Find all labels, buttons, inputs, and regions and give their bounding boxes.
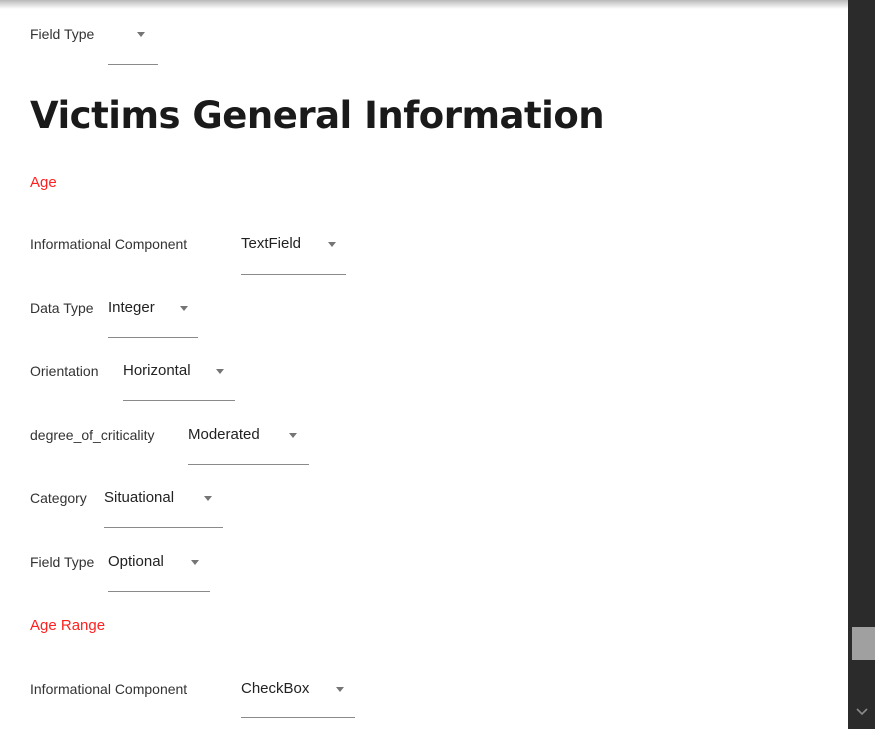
select-underline (188, 464, 309, 465)
select-underline (104, 527, 223, 528)
chevron-down-icon (204, 496, 212, 501)
chevron-down-icon (180, 306, 188, 311)
chevron-down-icon (137, 32, 145, 37)
degree-of-criticality-select[interactable]: Moderated (188, 426, 309, 468)
select-underline (108, 337, 198, 338)
informational-component-value: TextField (241, 235, 302, 252)
orientation-select[interactable]: Horizontal (123, 362, 235, 404)
chevron-down-icon[interactable] (853, 705, 871, 719)
select-underline (108, 591, 210, 592)
top-shadow (0, 0, 848, 9)
field-type-select[interactable] (108, 26, 158, 66)
property-label: Informational Component (30, 236, 188, 252)
scrollbar-thumb[interactable] (852, 627, 875, 660)
informational-component-value: CheckBox (241, 680, 310, 697)
section-title: Victims General Information (30, 94, 605, 137)
chevron-down-icon (191, 560, 199, 565)
chevron-down-icon (328, 242, 336, 247)
property-label: degree_of_criticality (30, 427, 155, 443)
select-underline (108, 64, 158, 65)
chevron-down-icon (336, 687, 344, 692)
orientation-value: Horizontal (123, 362, 191, 379)
property-label: Category (30, 490, 87, 506)
degree-of-criticality-value: Moderated (188, 426, 260, 443)
vertical-scrollbar[interactable] (848, 0, 875, 729)
category-value: Situational (104, 489, 175, 506)
property-label: Field Type (30, 554, 95, 570)
data-type-select[interactable]: Integer (108, 299, 198, 341)
chevron-down-icon (289, 433, 297, 438)
scroll-down-arrow (856, 708, 868, 716)
field-type-label: Field Type (30, 26, 95, 42)
property-label: Data Type (30, 300, 94, 316)
select-underline (241, 274, 346, 275)
field-type-select[interactable]: Optional (108, 553, 210, 595)
informational-component-select[interactable]: TextField (241, 235, 346, 277)
form-content: Field Type Victims General Information A… (0, 0, 848, 729)
select-underline (241, 717, 355, 718)
form-page: Field Type Victims General Information A… (0, 0, 875, 729)
property-label: Orientation (30, 363, 99, 379)
data-type-value: Integer (108, 299, 155, 316)
select-underline (123, 400, 235, 401)
property-label: Informational Component (30, 681, 188, 697)
chevron-down-icon (216, 369, 224, 374)
field-name-age: Age (30, 174, 57, 191)
field-type-value: Optional (108, 553, 164, 570)
field-name-age-range: Age Range (30, 617, 106, 634)
informational-component-select[interactable]: CheckBox (241, 680, 355, 722)
category-select[interactable]: Situational (104, 489, 223, 531)
